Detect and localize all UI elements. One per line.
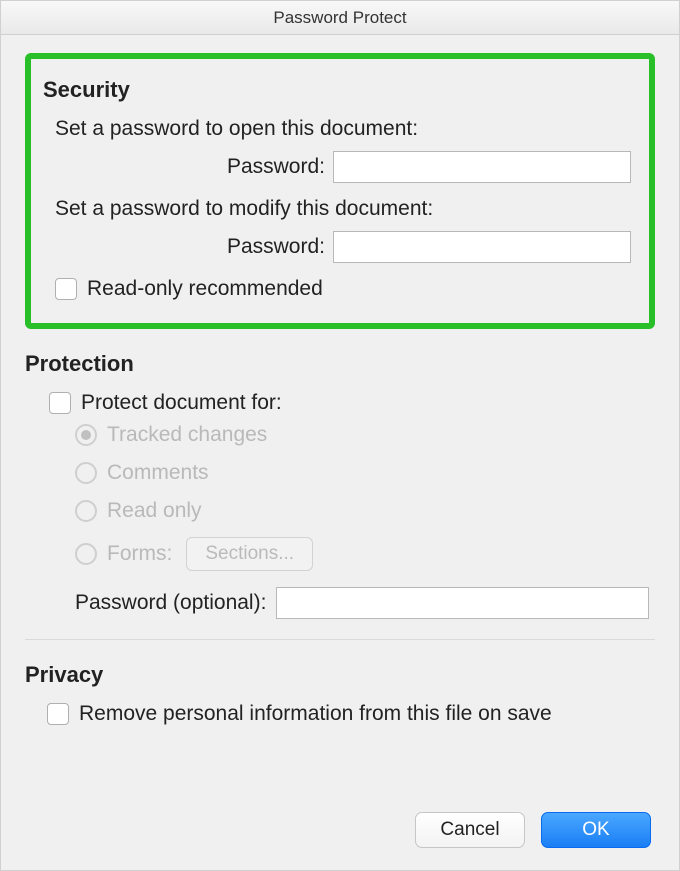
radio-tracked-changes: Tracked changes	[75, 423, 655, 447]
radio-forms: Forms: Sections...	[75, 537, 655, 571]
radio-forms-indicator	[75, 543, 97, 565]
radio-read-only: Read only	[75, 499, 655, 523]
protect-document-for-label: Protect document for:	[81, 391, 282, 415]
ok-button[interactable]: OK	[541, 812, 651, 848]
modify-password-input[interactable]	[333, 231, 631, 263]
readonly-recommended-row[interactable]: Read-only recommended	[55, 277, 637, 301]
radio-forms-label: Forms:	[107, 542, 172, 566]
privacy-heading: Privacy	[25, 662, 655, 688]
radio-comments: Comments	[75, 461, 655, 485]
dialog-titlebar: Password Protect	[1, 1, 679, 35]
protection-password-row: Password (optional):	[75, 587, 655, 619]
modify-password-description: Set a password to modify this document:	[55, 197, 637, 221]
protection-section: Protection Protect document for: Tracked…	[25, 351, 655, 619]
radio-comments-indicator	[75, 462, 97, 484]
protection-radio-list: Tracked changes Comments Read only Forms…	[75, 423, 655, 571]
dialog-title: Password Protect	[273, 8, 406, 27]
cancel-button[interactable]: Cancel	[415, 812, 525, 848]
remove-personal-info-row[interactable]: Remove personal information from this fi…	[47, 702, 655, 726]
section-divider	[25, 639, 655, 640]
protection-heading: Protection	[25, 351, 655, 377]
radio-tracked-changes-indicator	[75, 424, 97, 446]
dialog-button-bar: Cancel OK	[415, 812, 651, 848]
remove-personal-info-checkbox[interactable]	[47, 703, 69, 725]
radio-read-only-label: Read only	[107, 499, 202, 523]
protection-password-label: Password (optional):	[75, 591, 266, 615]
protect-document-for-row[interactable]: Protect document for:	[49, 391, 655, 415]
open-password-row: Password:	[43, 151, 637, 183]
modify-password-label: Password:	[43, 235, 333, 259]
radio-comments-label: Comments	[107, 461, 209, 485]
radio-read-only-indicator	[75, 500, 97, 522]
protect-document-for-checkbox[interactable]	[49, 392, 71, 414]
security-highlight-box: Security Set a password to open this doc…	[25, 53, 655, 329]
open-password-label: Password:	[43, 155, 333, 179]
readonly-recommended-label: Read-only recommended	[87, 277, 323, 301]
protection-password-input[interactable]	[276, 587, 649, 619]
open-password-description: Set a password to open this document:	[55, 117, 637, 141]
privacy-section: Privacy Remove personal information from…	[25, 662, 655, 726]
radio-tracked-changes-label: Tracked changes	[107, 423, 267, 447]
open-password-input[interactable]	[333, 151, 631, 183]
security-heading: Security	[43, 77, 637, 103]
password-protect-dialog: Password Protect Security Set a password…	[0, 0, 680, 871]
modify-password-row: Password:	[43, 231, 637, 263]
dialog-content: Security Set a password to open this doc…	[1, 35, 679, 750]
remove-personal-info-label: Remove personal information from this fi…	[79, 702, 552, 726]
sections-button: Sections...	[186, 537, 313, 571]
readonly-recommended-checkbox[interactable]	[55, 278, 77, 300]
